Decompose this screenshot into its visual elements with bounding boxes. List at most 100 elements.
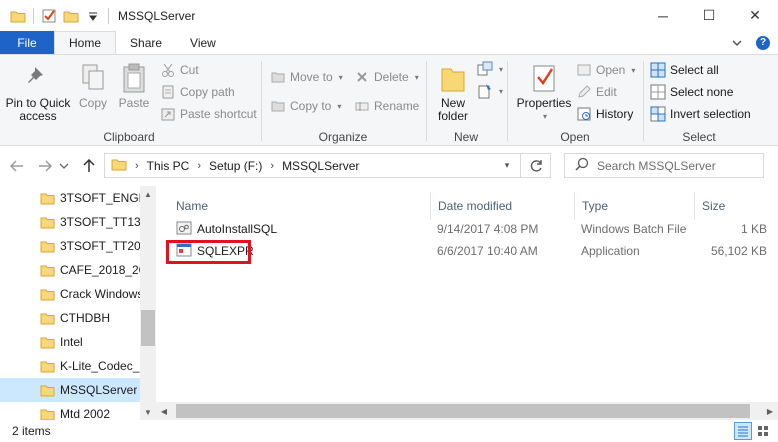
folder-icon (40, 360, 55, 376)
maximize-button[interactable]: ☐ (686, 0, 732, 31)
folder-icon (40, 264, 55, 280)
scroll-left-icon[interactable]: ◀ (156, 402, 172, 420)
breadcrumb-mssqlserver[interactable]: MSSQLServer (282, 159, 359, 173)
refresh-icon[interactable] (520, 154, 550, 177)
nav-item[interactable]: Crack Windows (0, 282, 140, 306)
properties-check-icon[interactable] (39, 6, 59, 26)
edit-button[interactable]: Edit (576, 84, 617, 100)
new-folder-icon[interactable] (61, 6, 81, 26)
select-all-button[interactable]: Select all (650, 62, 719, 78)
folder-icon (40, 312, 55, 328)
folder-icon (40, 336, 55, 352)
file-name: AutoInstallSQL (197, 222, 278, 236)
address-bar[interactable]: › This PC › Setup (F:) › MSSQLServer ▾ (104, 153, 551, 178)
clipboard-icon (118, 61, 150, 95)
scroll-down-icon[interactable]: ▼ (140, 404, 156, 420)
delete-button[interactable]: Delete ▾ (354, 69, 419, 85)
file-name-cell[interactable]: AutoInstallSQL (176, 218, 277, 240)
nav-item[interactable]: 3TSOFT_TT133 (0, 210, 140, 234)
history-button[interactable]: History (576, 106, 633, 122)
organize-group: Move to ▾ Copy to ▾ Delete ▾ Rename Orga… (262, 55, 424, 147)
select-none-button[interactable]: Select none (650, 84, 733, 100)
nav-item[interactable]: Mtd 2002 (0, 402, 140, 420)
nav-item[interactable]: CTHDBH (0, 306, 140, 330)
nav-item-label: CAFE_2018_2019 (60, 263, 140, 277)
cut-button[interactable]: Cut (160, 62, 199, 78)
close-button[interactable]: ✕ (732, 0, 778, 31)
rename-button[interactable]: Rename (354, 98, 419, 114)
nav-item[interactable]: K-Lite_Codec_Pack (0, 354, 140, 378)
help-icon[interactable]: ? (756, 35, 770, 50)
chevron-right-icon[interactable]: › (270, 160, 274, 172)
delete-x-icon (354, 69, 370, 85)
folder-icon (40, 216, 55, 232)
scroll-right-icon[interactable]: ▶ (762, 402, 778, 420)
pin-to-quick-access-button[interactable]: Pin to Quick access (4, 61, 72, 123)
nav-item-selected[interactable]: MSSQLServer (0, 378, 140, 402)
chevron-down-icon: ▾ (414, 72, 419, 82)
new-item-button[interactable]: ▾ (477, 61, 503, 77)
tab-view[interactable]: View (176, 31, 230, 54)
open-label: Open (596, 63, 626, 77)
edit-icon (576, 84, 592, 100)
folder-icon[interactable] (8, 6, 28, 26)
tab-home[interactable]: Home (54, 31, 117, 54)
copy-button[interactable]: Copy (76, 61, 110, 110)
horizontal-scrollbar[interactable]: ◀ ▶ (156, 402, 778, 420)
details-view-icon[interactable] (734, 422, 752, 440)
item-count: 2 items (12, 424, 51, 438)
large-icons-view-icon[interactable] (754, 422, 772, 440)
move-to-label: Move to (290, 70, 333, 84)
paste-button[interactable]: Paste (116, 61, 152, 110)
file-row[interactable]: SQLEXPR 6/6/2017 10:40 AM Application 56… (170, 240, 770, 262)
breadcrumb-this-pc[interactable]: This PC (147, 159, 190, 173)
nav-item-label: 3TSOFT_TT200 (60, 239, 140, 253)
select-group-label: Select (682, 130, 716, 144)
nav-item-label: MSSQLServer (60, 383, 138, 397)
breadcrumb: › This PC › Setup (F:) › MSSQLServer (105, 157, 359, 174)
file-name-cell[interactable]: SQLEXPR (176, 240, 254, 262)
up-arrow-icon[interactable] (80, 157, 98, 175)
column-header-type[interactable]: Type (574, 192, 694, 220)
tab-file[interactable]: File (0, 31, 54, 54)
copy-path-button[interactable]: Copy path (160, 84, 235, 100)
search-placeholder: Search MSSQLServer (597, 158, 716, 173)
column-header-name[interactable]: Name (168, 192, 426, 220)
column-header-date[interactable]: Date modified (430, 192, 574, 220)
nav-item[interactable]: 3TSOFT_ENGLISH (0, 186, 140, 210)
easy-access-button[interactable]: ▾ (477, 83, 503, 99)
scroll-thumb[interactable] (176, 404, 750, 418)
nav-vertical-scrollbar[interactable]: ▲ ▼ (140, 186, 156, 420)
chevron-right-icon[interactable]: › (197, 160, 201, 172)
breadcrumb-setup-drive[interactable]: Setup (F:) (209, 159, 262, 173)
copy-to-label: Copy to (290, 99, 332, 113)
tab-share[interactable]: Share (116, 31, 176, 54)
navigation-row: › This PC › Setup (F:) › MSSQLServer ▾ S… (0, 146, 778, 186)
column-header-size[interactable]: Size (694, 192, 774, 220)
folder-icon (40, 384, 55, 400)
expand-ribbon-icon[interactable] (732, 36, 742, 50)
recent-locations-chevron-icon[interactable] (58, 157, 70, 175)
new-folder-button[interactable]: New folder (431, 61, 475, 123)
chevron-right-icon[interactable]: › (135, 160, 139, 172)
paste-shortcut-button[interactable]: Paste shortcut (160, 106, 257, 122)
nav-item[interactable]: Intel (0, 330, 140, 354)
move-to-button[interactable]: Move to ▾ (270, 69, 343, 85)
open-button[interactable]: Open ▾ (576, 62, 635, 78)
forward-arrow-icon[interactable] (36, 157, 54, 175)
file-list: Name Date modified Type Size AutoInstall… (156, 186, 778, 420)
scroll-up-icon[interactable]: ▲ (140, 186, 156, 202)
nav-item[interactable]: 3TSOFT_TT200 (0, 234, 140, 258)
address-dropdown-icon[interactable]: ▾ (498, 154, 516, 177)
search-input[interactable]: Search MSSQLServer (564, 153, 764, 178)
back-arrow-icon[interactable] (8, 157, 26, 175)
invert-selection-button[interactable]: Invert selection (650, 106, 751, 122)
file-row[interactable]: AutoInstallSQL 9/14/2017 4:08 PM Windows… (170, 218, 770, 240)
scroll-thumb[interactable] (141, 310, 155, 346)
customize-toolbar-icon[interactable] (83, 6, 103, 26)
nav-item[interactable]: CAFE_2018_2019 (0, 258, 140, 282)
copy-to-button[interactable]: Copy to ▾ (270, 98, 341, 114)
new-folder-label-line2: folder (437, 109, 469, 123)
minimize-button[interactable]: ─ (640, 0, 686, 31)
properties-button[interactable]: Properties ▾ (512, 61, 576, 123)
